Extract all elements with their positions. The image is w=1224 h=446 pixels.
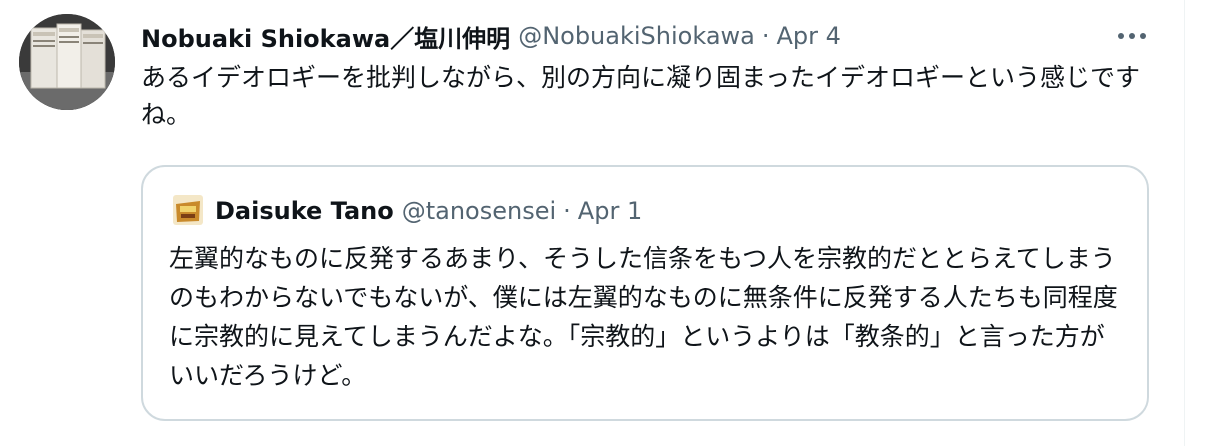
tweet-text: あるイデオロギーを批判しながら、別の方向に凝り固まったイデオロギーという感じです… (141, 63, 1141, 129)
quoted-author-display-name[interactable]: Daisuke Tano (215, 197, 394, 225)
tweet[interactable]: Nobuaki Shiokawa／塩川伸明 @NobuakiShiokawa ·… (0, 0, 1224, 446)
more-horizontal-icon (1118, 33, 1146, 39)
tweet-date[interactable]: Apr 4 (777, 22, 841, 50)
more-button[interactable] (1112, 20, 1152, 52)
quoted-header-separator: · (563, 197, 571, 225)
quoted-avatar[interactable] (173, 195, 203, 225)
author-handle[interactable]: @NobuakiShiokawa (518, 22, 755, 50)
quoted-header: Daisuke Tano @tanosensei · Apr 1 (215, 193, 642, 229)
author-display-name[interactable]: Nobuaki Shiokawa／塩川伸明 (141, 19, 510, 54)
header-separator: · (761, 22, 770, 50)
quoted-tweet-date[interactable]: Apr 1 (578, 197, 642, 225)
column-divider (1184, 0, 1185, 446)
quoted-author-handle[interactable]: @tanosensei (402, 197, 556, 225)
quoted-tweet-text: 左翼的なものに反発するあまり、そうした信条をもつ人を宗教的だととらえてしまうのも… (169, 244, 1118, 390)
quoted-avatar-image (173, 195, 203, 225)
avatar-image (19, 14, 115, 110)
quoted-tweet[interactable]: Daisuke Tano @tanosensei · Apr 1 左翼的なものに… (141, 165, 1149, 421)
avatar[interactable] (19, 14, 115, 110)
tweet-header: Nobuaki Shiokawa／塩川伸明 @NobuakiShiokawa ·… (141, 18, 841, 54)
